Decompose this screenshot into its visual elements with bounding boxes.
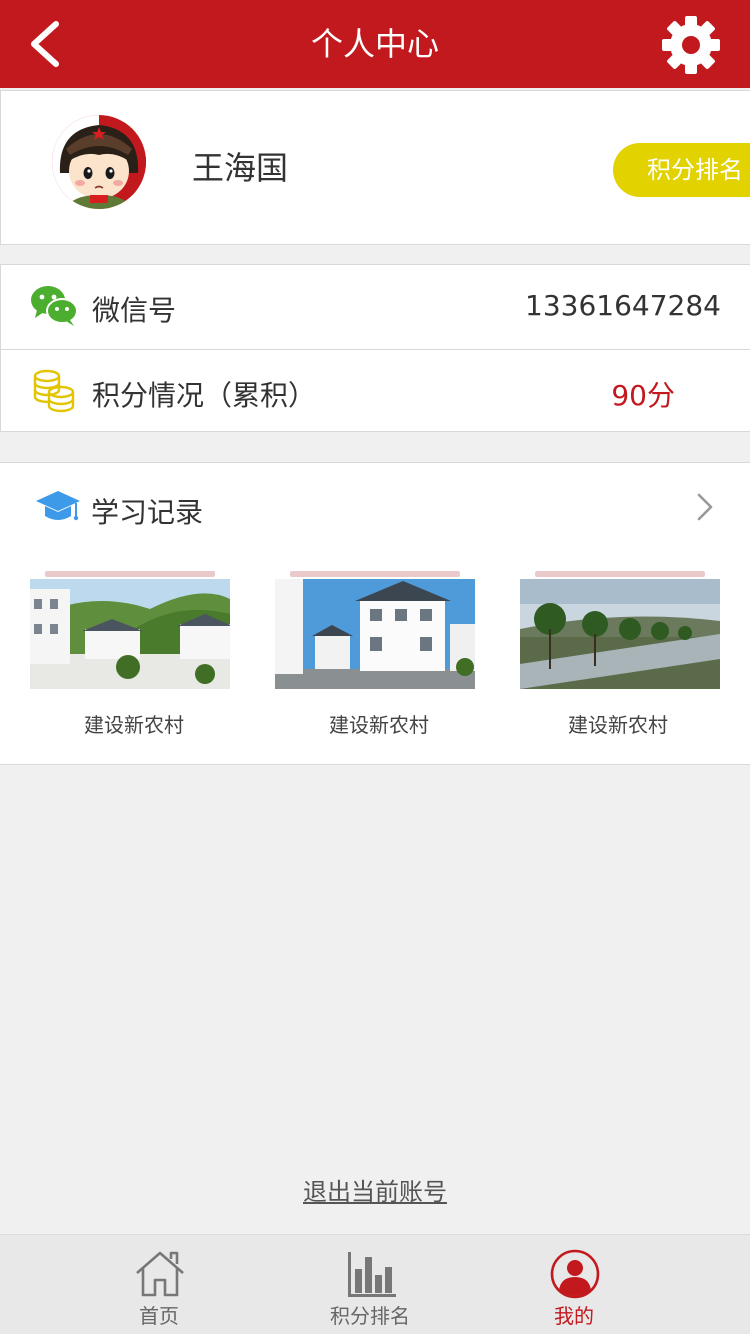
top-nav-bar: 个人中心 [0, 0, 750, 88]
tab-home-label: 首页 [139, 1304, 179, 1328]
points-value: 90分 [611, 379, 675, 412]
thumbnail-stack-edge [290, 571, 460, 577]
study-item-caption: 建设新农村 [329, 713, 429, 737]
village-photo-2 [275, 579, 475, 689]
study-item-thumbnail[interactable] [275, 571, 475, 691]
gear-icon [662, 16, 720, 74]
thumbnail-stack-edge [45, 571, 215, 577]
settings-button[interactable] [660, 14, 722, 76]
study-records-label: 学习记录 [91, 496, 204, 529]
bottom-tab-bar: 首页 积分排名 我的 [0, 1234, 750, 1334]
wechat-row: 微信号 13361647284 [1, 265, 750, 349]
tab-points-ranking[interactable]: 积分排名 [290, 1235, 450, 1334]
page-title: 个人中心 [310, 25, 439, 63]
tab-points-ranking-label: 积分排名 [330, 1304, 410, 1328]
points-ranking-button[interactable]: 积分排名 [613, 143, 750, 197]
tab-home[interactable]: 首页 [79, 1235, 239, 1334]
avatar[interactable] [52, 115, 146, 209]
logout-link-row: 退出当前账号 [0, 1172, 750, 1207]
coins-icon [33, 369, 75, 413]
study-records-card: 学习记录 建设新农村 建设新农村 建设新农村 [0, 462, 750, 765]
study-item-thumbnail[interactable] [30, 571, 230, 691]
village-photo-3 [520, 579, 720, 689]
logout-link[interactable]: 退出当前账号 [303, 1178, 447, 1206]
graduation-cap-icon [36, 491, 80, 521]
tab-mine[interactable]: 我的 [494, 1235, 654, 1334]
study-item-caption: 建设新农村 [84, 713, 184, 737]
study-item-thumbnail[interactable] [520, 571, 720, 691]
wechat-value: 13361647284 [525, 289, 721, 322]
tab-mine-label: 我的 [554, 1304, 594, 1328]
bar-chart-icon [348, 1252, 396, 1297]
avatar-cartoon-image [52, 115, 146, 209]
profile-card: 王海国 积分排名 [0, 90, 750, 245]
user-icon [550, 1249, 600, 1299]
home-icon [136, 1251, 184, 1297]
points-label: 积分情况（累积） [92, 379, 317, 412]
points-row: 积分情况（累积） 90分 [1, 349, 750, 433]
user-name: 王海国 [192, 149, 289, 187]
account-info-card: 微信号 13361647284 积分情况（累积） 90分 [0, 264, 750, 432]
thumbnail-stack-edge [535, 571, 705, 577]
village-photo-1 [30, 579, 230, 689]
wechat-label: 微信号 [92, 294, 177, 327]
chevron-right-icon [697, 493, 713, 521]
study-item-caption: 建设新农村 [568, 713, 668, 737]
wechat-icon [31, 286, 78, 326]
